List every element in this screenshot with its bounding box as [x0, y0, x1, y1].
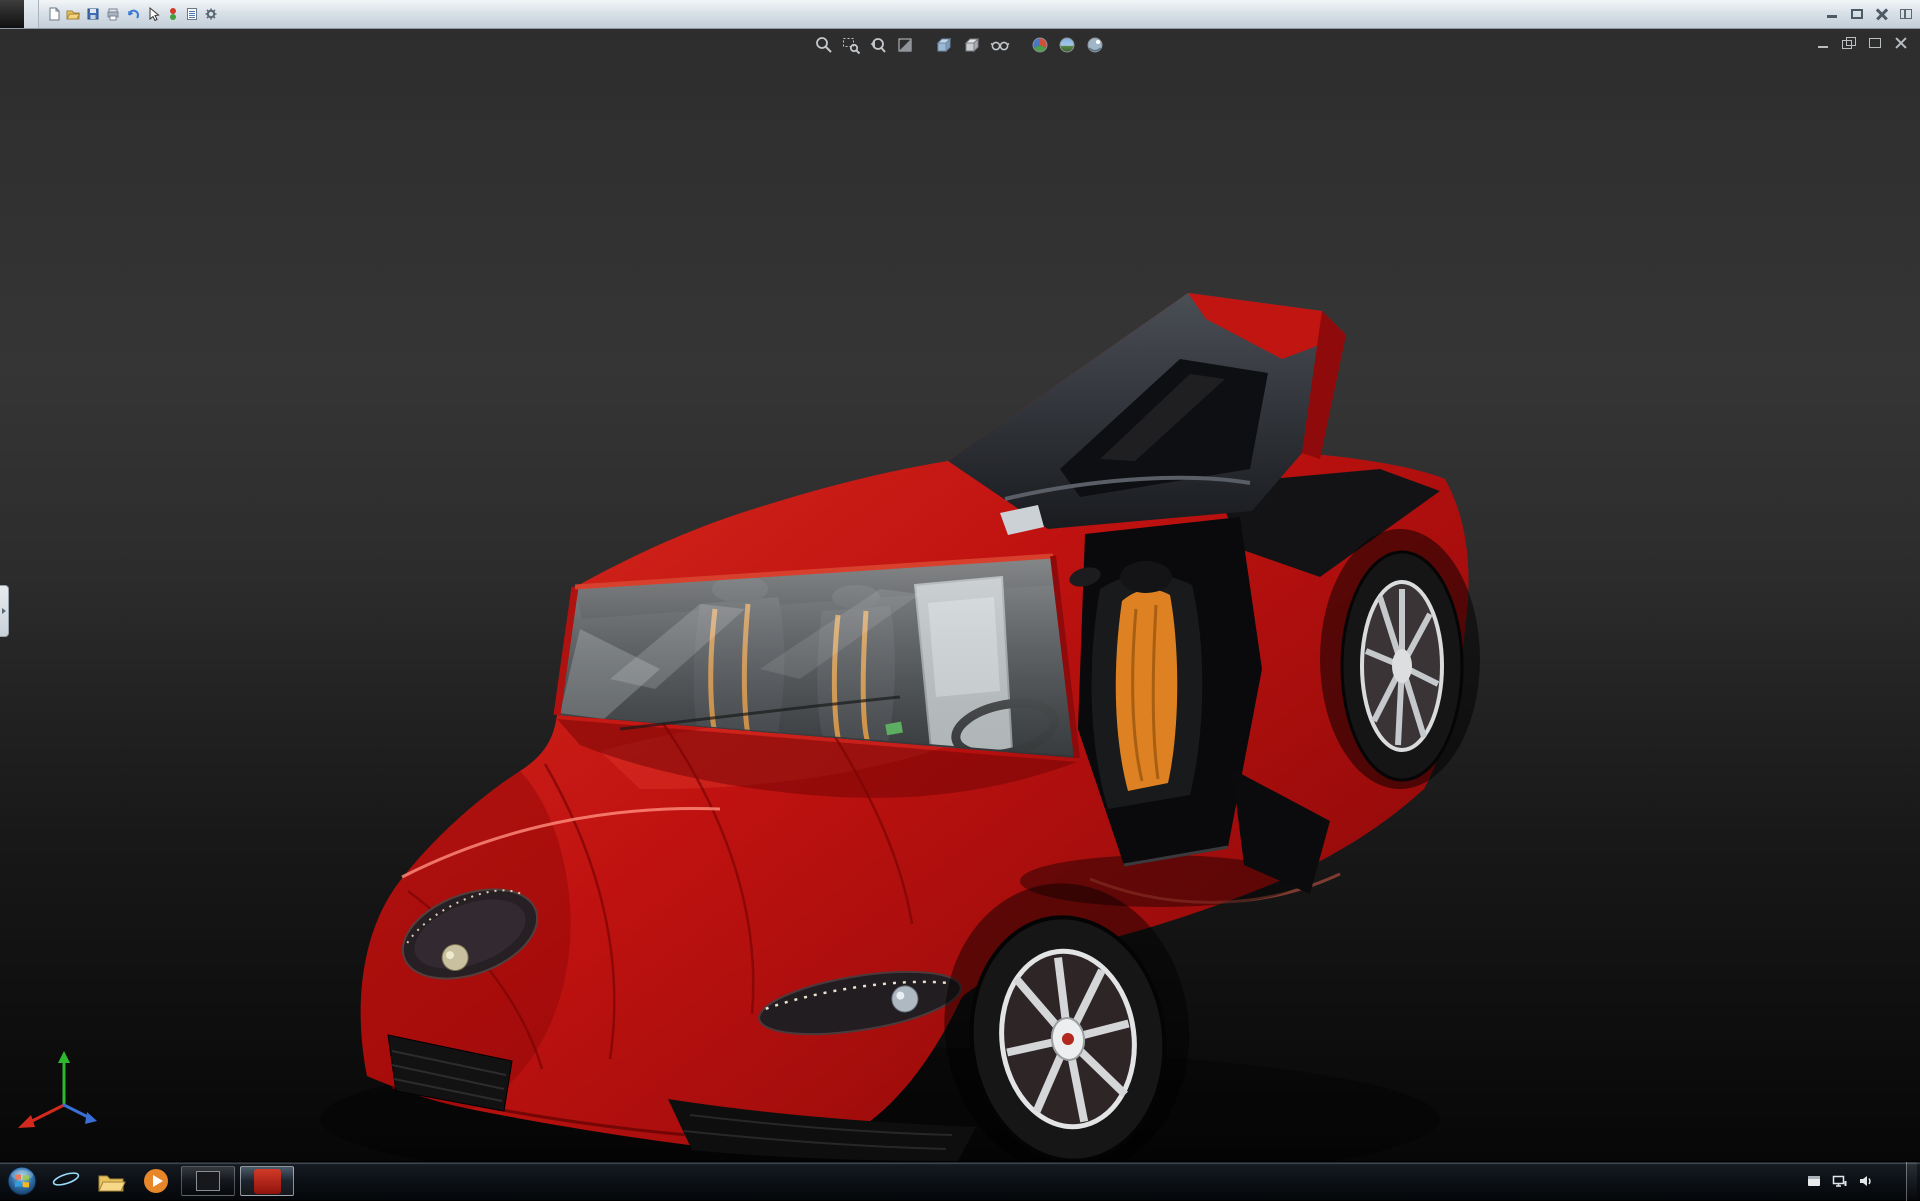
- heads-up-view-toolbar: [813, 34, 1107, 56]
- standard-toolbar: [39, 4, 227, 24]
- save-icon: [85, 6, 101, 22]
- windshield: [557, 556, 1077, 758]
- zoom-to-fit-icon: [814, 35, 834, 55]
- window-controls: [1825, 8, 1912, 20]
- car-3d-model[interactable]: [0, 29, 1920, 1161]
- taskbar-items: [46, 1165, 294, 1197]
- apply-scene-button[interactable]: [1056, 34, 1079, 56]
- display-style-icon: [962, 35, 982, 55]
- orange-seat: [1116, 589, 1178, 791]
- windows-explorer-button[interactable]: [91, 1165, 131, 1197]
- titlebar-right: [1802, 8, 1920, 20]
- view-orientation-cube-icon: [934, 35, 954, 55]
- apply-scene-icon: [1057, 35, 1077, 55]
- collapse-toolbar-button[interactable]: [1900, 9, 1912, 19]
- media-player-icon: [141, 1166, 171, 1196]
- open-button[interactable]: [64, 4, 83, 24]
- zoom-to-fit-button[interactable]: [813, 34, 835, 56]
- menu-expand-tab[interactable]: [24, 0, 39, 28]
- close-button[interactable]: [1875, 8, 1889, 20]
- solidworks-logo: [0, 0, 24, 28]
- hide-show-glasses-icon: [990, 35, 1010, 55]
- document-maximize-button[interactable]: [1868, 37, 1882, 49]
- internet-explorer-icon: [51, 1166, 81, 1196]
- select-button[interactable]: [144, 4, 163, 24]
- print-icon: [105, 6, 121, 22]
- maximize-button[interactable]: [1850, 8, 1864, 20]
- options-gear-icon: [203, 6, 219, 22]
- internet-explorer-button[interactable]: [46, 1165, 86, 1197]
- solidworks-2015-button[interactable]: [240, 1166, 294, 1196]
- command-prompt-button[interactable]: [181, 1166, 235, 1196]
- rebuild-icon: [165, 6, 181, 22]
- network-icon[interactable]: [1832, 1173, 1848, 1189]
- view-settings-icon: [1085, 35, 1105, 55]
- edit-appearance-button[interactable]: [1029, 34, 1051, 56]
- file-properties-button[interactable]: [183, 4, 201, 24]
- file-properties-icon: [184, 6, 200, 22]
- start-button[interactable]: [0, 1162, 44, 1201]
- orientation-triad: [18, 1051, 97, 1128]
- media-player-button[interactable]: [136, 1165, 176, 1197]
- open-folder-icon: [65, 6, 81, 22]
- rebuild-button[interactable]: [164, 4, 182, 24]
- edit-appearance-icon: [1030, 35, 1050, 55]
- volume-icon[interactable]: [1858, 1173, 1874, 1189]
- system-tray: [1796, 1162, 1920, 1201]
- hide-show-items-button[interactable]: [989, 34, 1012, 56]
- options-button[interactable]: [202, 4, 221, 24]
- document-restore-button[interactable]: [1842, 37, 1856, 49]
- save-button[interactable]: [84, 4, 103, 24]
- rear-wheel: [1320, 529, 1480, 789]
- minimize-button[interactable]: [1825, 8, 1839, 20]
- app-window-tray-icon[interactable]: [1806, 1173, 1822, 1189]
- windows-start-icon: [7, 1166, 37, 1196]
- document-close-button[interactable]: [1894, 37, 1908, 49]
- graphics-viewport[interactable]: [0, 29, 1920, 1161]
- view-orientation-button[interactable]: [933, 34, 956, 56]
- display-style-button[interactable]: [961, 34, 984, 56]
- taskbar: [0, 1161, 1920, 1200]
- undo-button[interactable]: [124, 4, 143, 24]
- new-document-button[interactable]: [45, 4, 63, 24]
- document-window-controls: [1816, 37, 1908, 49]
- select-cursor-icon: [145, 6, 161, 22]
- document-minimize-button[interactable]: [1816, 37, 1830, 49]
- zoom-to-area-icon: [841, 35, 861, 55]
- previous-view-icon: [868, 35, 888, 55]
- section-view-button[interactable]: [894, 34, 916, 56]
- view-settings-button[interactable]: [1084, 34, 1107, 56]
- featuremanager-collapsed-tab[interactable]: [0, 585, 9, 637]
- titlebar: [0, 0, 1920, 29]
- new-document-icon: [46, 6, 62, 22]
- section-view-icon: [895, 35, 915, 55]
- zoom-to-area-button[interactable]: [840, 34, 862, 56]
- help-button[interactable]: [1802, 13, 1815, 15]
- command-prompt-icon: [196, 1171, 220, 1191]
- show-desktop-button[interactable]: [1906, 1162, 1917, 1201]
- previous-view-button[interactable]: [867, 34, 889, 56]
- undo-icon: [125, 6, 141, 22]
- folder-icon: [96, 1167, 126, 1195]
- solidworks-app-icon: [254, 1169, 281, 1194]
- print-button[interactable]: [104, 4, 123, 24]
